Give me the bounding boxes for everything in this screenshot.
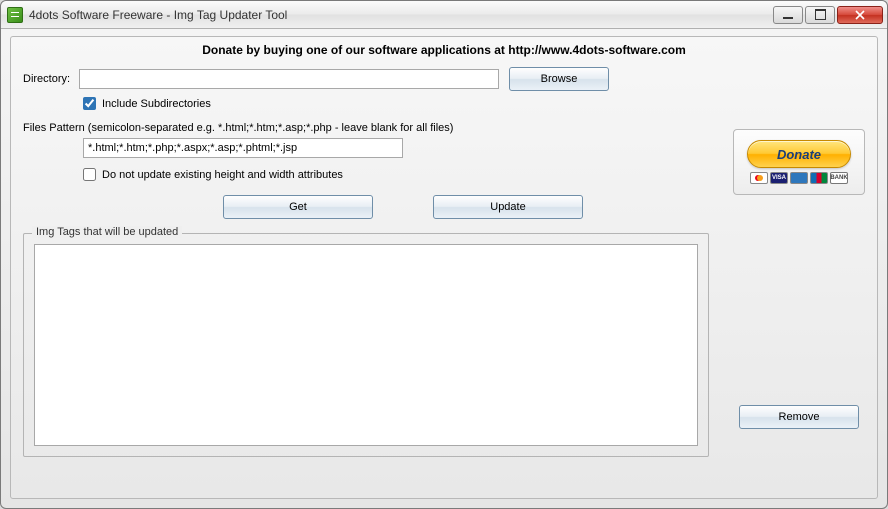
dont-update-checkbox[interactable]: [83, 168, 96, 181]
main-panel: Donate by buying one of our software app…: [10, 36, 878, 499]
mastercard-icon: [750, 172, 768, 184]
client-area: Donate by buying one of our software app…: [1, 29, 887, 508]
browse-button[interactable]: Browse: [509, 67, 609, 91]
directory-label: Directory:: [23, 73, 79, 85]
files-pattern-input[interactable]: [83, 138, 403, 158]
app-icon: [7, 7, 23, 23]
get-button[interactable]: Get: [223, 195, 373, 219]
minimize-button[interactable]: [773, 6, 803, 24]
action-row: Get Update: [223, 195, 865, 219]
maximize-button[interactable]: [805, 6, 835, 24]
close-button[interactable]: [837, 6, 883, 24]
close-icon: [855, 10, 865, 20]
imgtags-group: Img Tags that will be updated: [23, 233, 709, 457]
dont-update-label: Do not update existing height and width …: [102, 169, 343, 181]
bank-icon: BANK: [830, 172, 848, 184]
donate-button[interactable]: Donate: [747, 140, 851, 168]
titlebar[interactable]: 4dots Software Freeware - Img Tag Update…: [1, 1, 887, 29]
imgtags-listbox[interactable]: [34, 244, 698, 446]
include-subdirs-row: Include Subdirectories: [83, 97, 865, 110]
remove-wrap: Remove: [739, 405, 859, 429]
update-button[interactable]: Update: [433, 195, 583, 219]
payment-cards: VISA BANK: [750, 172, 848, 184]
directory-input[interactable]: [79, 69, 499, 89]
app-window: 4dots Software Freeware - Img Tag Update…: [0, 0, 888, 509]
imgtags-legend: Img Tags that will be updated: [32, 226, 182, 238]
visa-icon: VISA: [770, 172, 788, 184]
remove-button[interactable]: Remove: [739, 405, 859, 429]
include-subdirs-checkbox[interactable]: [83, 97, 96, 110]
donate-panel: Donate VISA BANK: [733, 129, 865, 195]
include-subdirs-label: Include Subdirectories: [102, 98, 211, 110]
directory-row: Directory: Browse: [23, 67, 865, 91]
amex-icon: [790, 172, 808, 184]
donate-header: Donate by buying one of our software app…: [23, 43, 865, 57]
jcb-icon: [810, 172, 828, 184]
window-title: 4dots Software Freeware - Img Tag Update…: [29, 8, 287, 22]
